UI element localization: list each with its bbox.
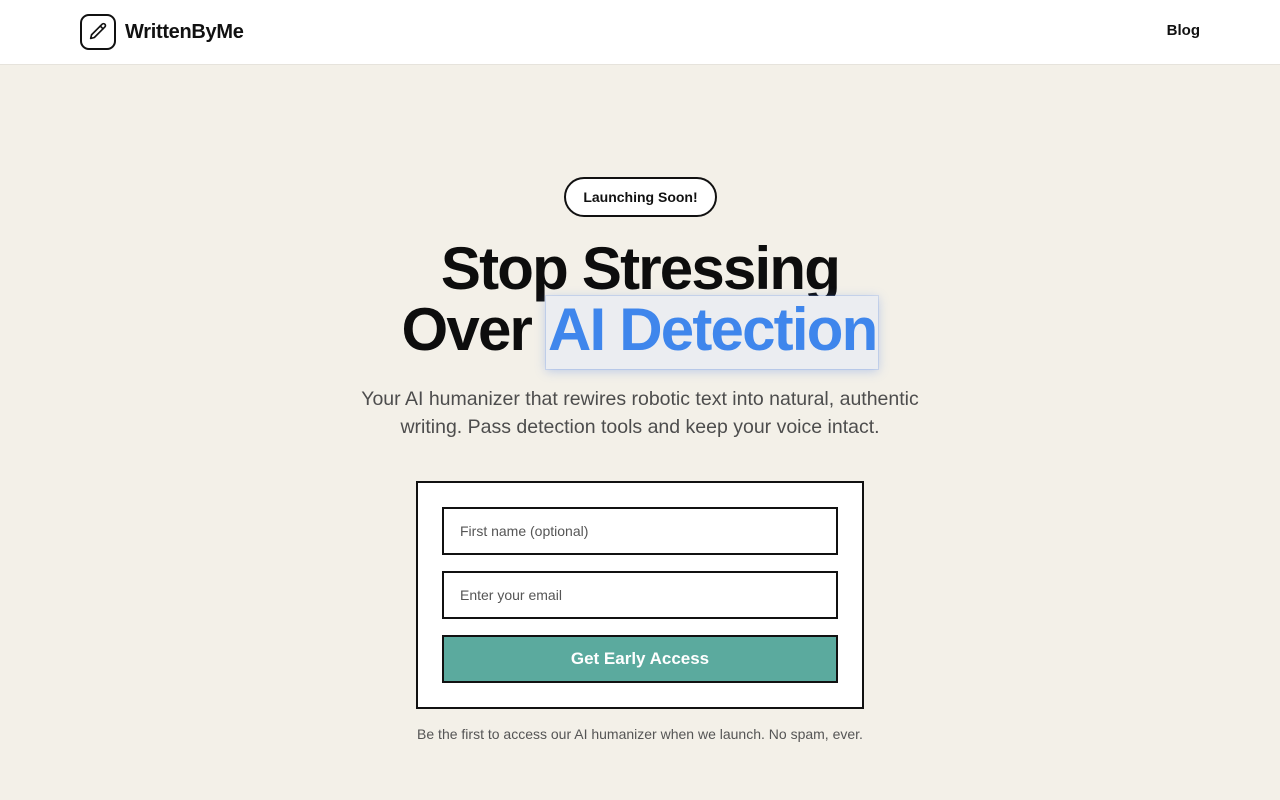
form-footnote: Be the first to access our AI humanizer … [417,726,863,742]
get-early-access-button[interactable]: Get Early Access [442,635,838,683]
site-header: WrittenByMe Blog [0,0,1280,65]
early-access-form: Get Early Access [416,481,864,709]
brand-logo-link[interactable]: WrittenByMe [80,14,244,50]
nav-link-blog[interactable]: Blog [1167,22,1200,39]
hero-title: Stop Stressing Over AI Detection [0,235,1280,369]
hero-title-line-2: Over AI Detection [0,296,1280,369]
hero-title-line-1: Stop Stressing [440,235,841,302]
brand-name: WrittenByMe [125,20,244,43]
hero-title-highlight: AI Detection [545,296,879,369]
pencil-icon [80,14,116,50]
email-input[interactable] [442,571,838,619]
hero-subtitle: Your AI humanizer that rewires robotic t… [361,388,919,438]
first-name-input[interactable] [442,507,838,555]
launching-soon-badge: Launching Soon! [564,177,717,217]
hero-title-prefix: Over [401,296,533,363]
